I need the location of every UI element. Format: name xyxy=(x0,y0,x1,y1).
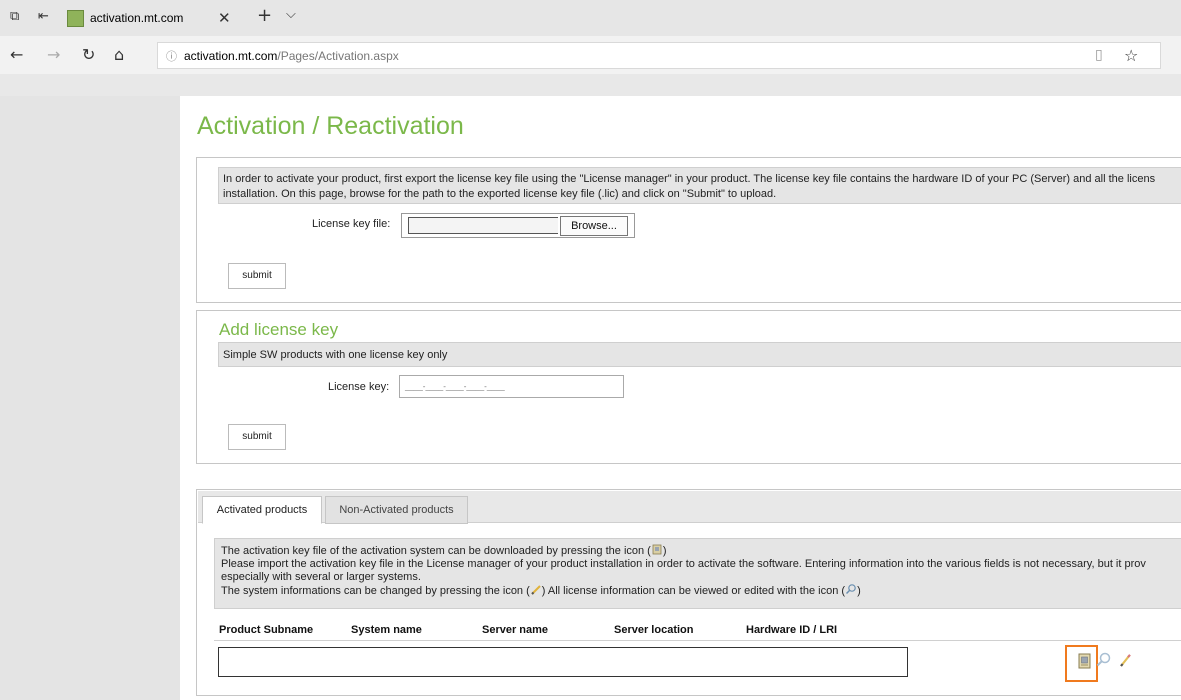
url-text: activation.mt.com/Pages/Activation.aspx xyxy=(184,49,399,63)
edit-icon xyxy=(531,585,541,595)
browser-tab[interactable]: activation.mt.com ✕ xyxy=(62,4,236,36)
browser-tab-bar: ⧉ ⇤ activation.mt.com ✕ + ⌵ xyxy=(0,0,1181,36)
home-icon[interactable]: ⌂ xyxy=(114,45,124,64)
tab-title: activation.mt.com xyxy=(90,11,184,25)
back-icon[interactable]: ← xyxy=(10,45,23,64)
tab-close-icon[interactable]: ✕ xyxy=(218,9,231,27)
forward-icon[interactable]: → xyxy=(47,45,60,64)
set-aside-tabs-icon[interactable]: ⇤ xyxy=(38,9,49,24)
products-info-line3: especially with several or larger system… xyxy=(221,571,421,583)
info-line1-text: The activation key file of the activatio… xyxy=(221,545,651,557)
tab-activated-products[interactable]: Activated products xyxy=(202,496,322,524)
add-license-title: Add license key xyxy=(219,320,339,339)
favorite-star-icon[interactable]: ☆ xyxy=(1124,46,1138,65)
products-info-line4: The system informations can be changed b… xyxy=(221,584,1181,598)
info-line4b: ) All license information can be viewed … xyxy=(541,585,846,597)
info-line4c: ) xyxy=(857,585,861,597)
left-sidebar xyxy=(0,96,180,700)
download-icon xyxy=(652,544,662,555)
col-product-subname[interactable]: Product Subname xyxy=(219,624,313,636)
view-icon xyxy=(846,584,856,595)
download-icon[interactable] xyxy=(1077,652,1093,670)
url-path: /Pages/Activation.aspx xyxy=(277,49,399,63)
submit-key-button[interactable]: submit xyxy=(228,424,286,450)
browser-address-bar: ← → ↻ ⌂ ⓘ activation.mt.com/Pages/Activa… xyxy=(0,36,1181,74)
edit-icon[interactable] xyxy=(1118,651,1134,669)
info-icon[interactable]: ⓘ xyxy=(166,48,177,64)
file-path-field[interactable] xyxy=(408,217,558,234)
tab-non-activated-products[interactable]: Non-Activated products xyxy=(325,496,468,524)
col-server-location[interactable]: Server location xyxy=(614,624,693,636)
header-divider xyxy=(214,640,1181,641)
license-key-input[interactable]: ____-____-____-____-____ xyxy=(399,375,624,398)
info-line1-end: ) xyxy=(662,545,667,557)
view-icon[interactable] xyxy=(1096,652,1112,670)
submit-file-button[interactable]: submit xyxy=(228,263,286,289)
table-row[interactable] xyxy=(218,647,908,677)
page-title: Activation / Reactivation xyxy=(197,112,464,140)
reading-view-icon[interactable]: ▯ xyxy=(1095,47,1103,63)
license-file-label: License key file: xyxy=(312,218,391,230)
license-file-input[interactable]: Browse... xyxy=(401,213,635,238)
url-input[interactable]: ⓘ activation.mt.com/Pages/Activation.asp… xyxy=(157,42,1161,69)
chevron-down-icon[interactable]: ⌵ xyxy=(286,7,296,22)
site-favicon-icon xyxy=(67,10,84,27)
products-info-line2: Please import the activation key file in… xyxy=(221,558,1146,570)
tab-preview-icon[interactable]: ⧉ xyxy=(10,9,19,24)
info-line4a: The system informations can be changed b… xyxy=(221,585,530,597)
new-tab-icon[interactable]: + xyxy=(257,5,272,26)
page-header-band xyxy=(0,74,1181,96)
products-info: The activation key file of the activatio… xyxy=(214,538,1181,609)
col-hardware-id[interactable]: Hardware ID / LRI xyxy=(746,624,837,636)
browse-button[interactable]: Browse... xyxy=(560,216,628,236)
refresh-icon[interactable]: ↻ xyxy=(82,45,95,64)
col-system-name[interactable]: System name xyxy=(351,624,422,636)
license-key-label: License key: xyxy=(328,381,390,393)
col-server-name[interactable]: Server name xyxy=(482,624,548,636)
products-info-line1: The activation key file of the activatio… xyxy=(221,544,1181,558)
url-host: activation.mt.com xyxy=(184,49,278,63)
activation-info: In order to activate your product, first… xyxy=(218,167,1181,204)
add-license-info: Simple SW products with one license key … xyxy=(218,342,1181,367)
